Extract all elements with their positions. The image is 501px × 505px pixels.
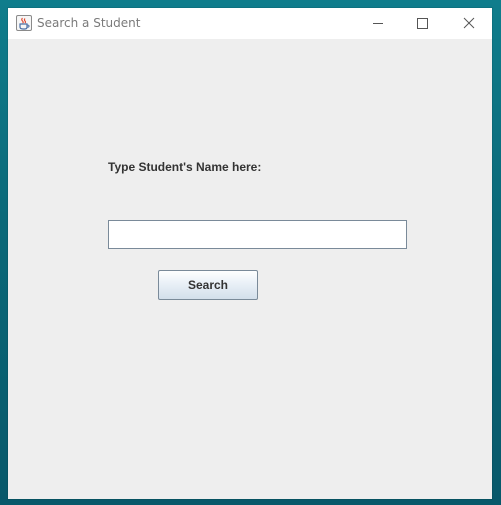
minimize-icon <box>373 23 383 24</box>
close-icon <box>463 17 475 29</box>
window-title: Search a Student <box>37 16 141 30</box>
maximize-icon <box>417 18 428 29</box>
minimize-button[interactable] <box>356 8 400 38</box>
student-name-label: Type Student's Name here: <box>108 160 262 174</box>
java-coffee-icon[interactable] <box>16 15 32 31</box>
search-button[interactable]: Search <box>158 270 258 300</box>
maximize-button[interactable] <box>400 8 444 38</box>
title-bar[interactable]: Search a Student <box>8 8 492 39</box>
close-button[interactable] <box>446 8 490 38</box>
content-panel: Type Student's Name here: Search <box>8 39 492 499</box>
student-name-input[interactable] <box>108 220 407 249</box>
app-window: Search a Student Type Student's Name her… <box>8 8 492 499</box>
